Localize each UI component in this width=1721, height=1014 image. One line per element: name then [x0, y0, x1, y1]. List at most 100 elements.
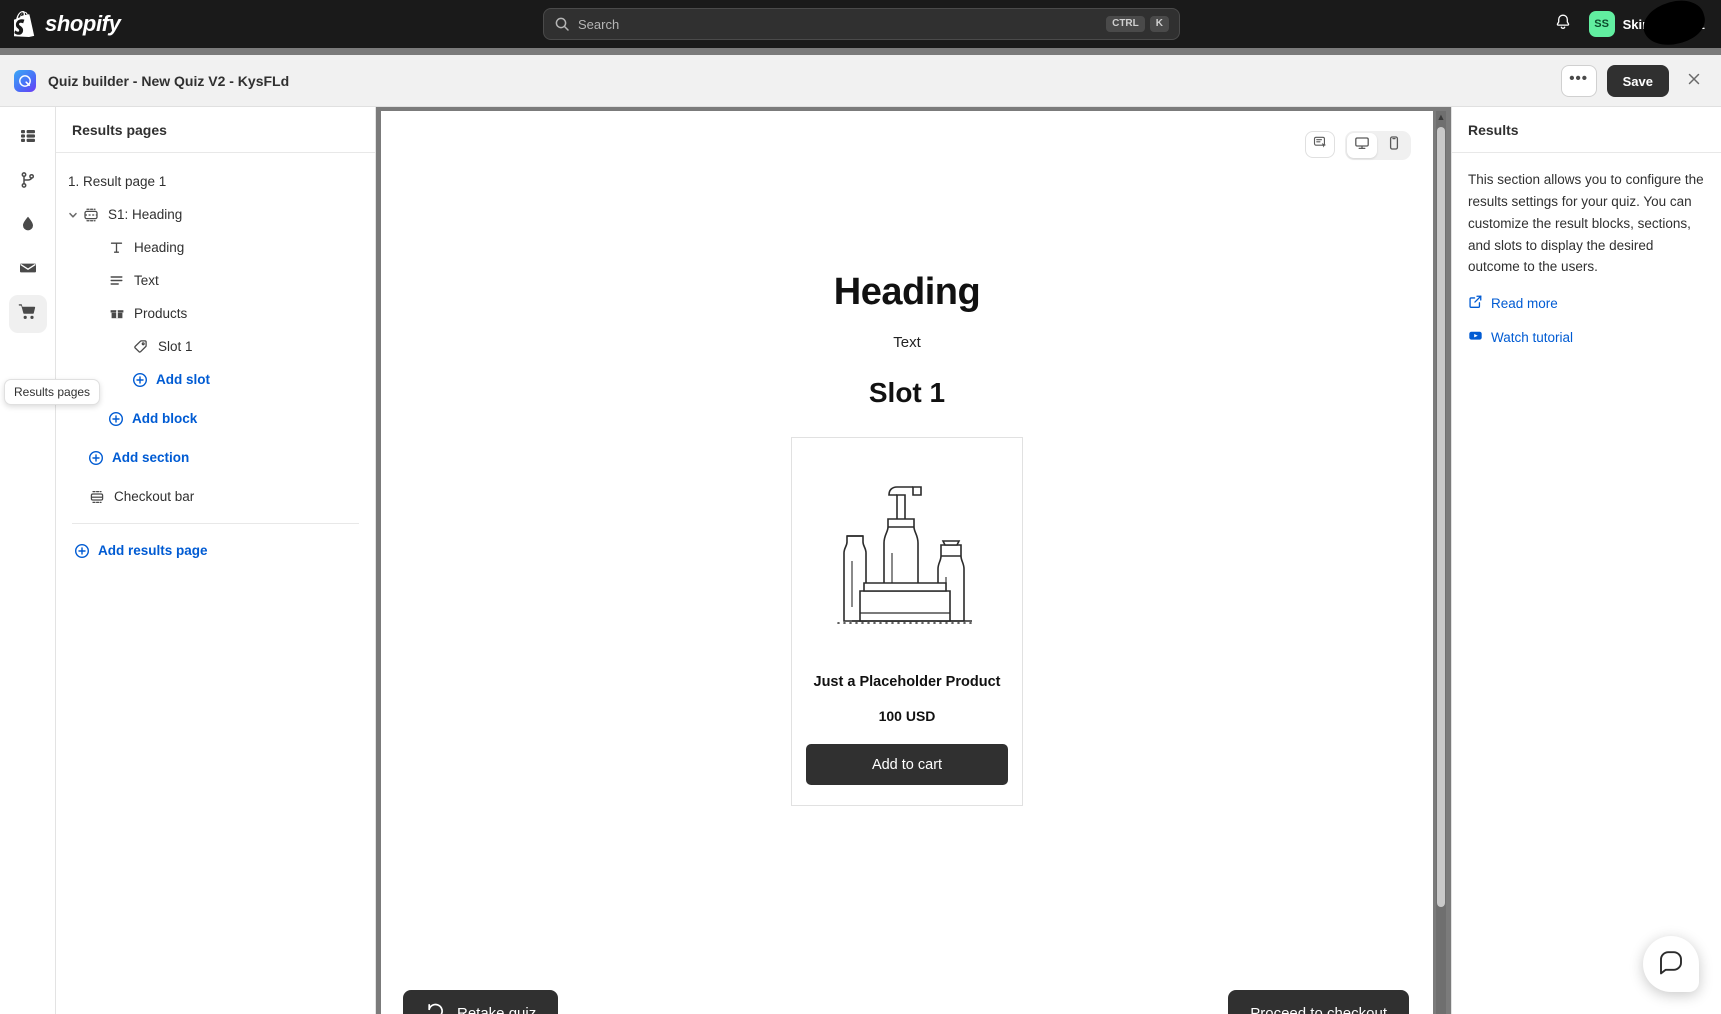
- panel-divider: [72, 523, 359, 524]
- plus-circle-icon: [108, 411, 124, 427]
- right-panel-title: Results: [1452, 107, 1721, 153]
- tree-item-block-heading[interactable]: Heading: [56, 231, 375, 264]
- proceed-to-checkout-button[interactable]: Proceed to checkout: [1228, 990, 1409, 1014]
- retake-quiz-button[interactable]: Retake quiz: [403, 990, 559, 1014]
- desktop-icon: [1354, 135, 1370, 156]
- kbd-k: K: [1149, 16, 1169, 32]
- slot-label: Slot 1: [158, 339, 193, 354]
- results-tree: 1. Result page 1 S1: Heading Heading Tex…: [56, 153, 375, 567]
- app-header-actions: ••• Save: [1560, 55, 1709, 107]
- slot-tag-icon: [132, 338, 149, 355]
- inspect-toggle-button[interactable]: [1305, 131, 1335, 158]
- watch-tutorial-label: Watch tutorial: [1491, 329, 1574, 345]
- product-name: Just a Placeholder Product: [813, 674, 1001, 690]
- scrollbar-thumb[interactable]: [1437, 127, 1445, 907]
- add-slot-label: Add slot: [156, 372, 210, 387]
- text-lines-icon: [108, 272, 125, 289]
- panel-title: Results pages: [56, 107, 375, 153]
- search-input[interactable]: Search CTRL K: [543, 8, 1180, 40]
- chat-support-button[interactable]: [1643, 936, 1699, 992]
- results-pages-panel: Results pages 1. Result page 1 S1: Headi…: [56, 107, 376, 1014]
- kbd-ctrl: CTRL: [1106, 16, 1145, 32]
- add-to-cart-button[interactable]: Add to cart: [806, 744, 1008, 785]
- tree-item-section-heading[interactable]: S1: Heading: [56, 198, 375, 231]
- plus-circle-icon: [88, 450, 104, 466]
- preview-slot-title[interactable]: Slot 1: [869, 377, 945, 409]
- rail-tooltip: Results pages: [4, 379, 101, 405]
- mobile-icon: [1386, 135, 1402, 156]
- text-type-icon: [108, 239, 125, 256]
- sidebar-item-results-pages[interactable]: [8, 295, 47, 333]
- cart-icon: [18, 302, 37, 326]
- product-price: 100 USD: [878, 708, 936, 724]
- app-body: Results pages Results pages 1. Result pa…: [0, 107, 1721, 1014]
- chevron-down-icon[interactable]: [64, 209, 82, 221]
- shopify-wordmark: shopify: [45, 11, 121, 36]
- right-panel-body: This section allows you to configure the…: [1452, 153, 1721, 362]
- youtube-play-icon: [1468, 328, 1483, 346]
- search-icon: [554, 16, 570, 32]
- search-shortcut: CTRL K: [1106, 16, 1169, 32]
- scroll-up-arrow-icon[interactable]: ▲: [1436, 111, 1446, 123]
- more-options-button[interactable]: •••: [1560, 65, 1597, 97]
- read-more-link[interactable]: Read more: [1468, 294, 1705, 312]
- add-results-page-button[interactable]: Add results page: [56, 534, 375, 567]
- tree-item-checkout-bar[interactable]: Checkout bar: [56, 480, 375, 513]
- block-label: Heading: [134, 240, 185, 255]
- external-link-icon: [1468, 294, 1483, 312]
- products-box-icon: [108, 305, 125, 322]
- undo-icon: [425, 1001, 445, 1014]
- app-title: Quiz builder - New Quiz V2 - KysFLd: [48, 72, 290, 89]
- topbar-right-group: SS SkincareQuiz: [1547, 0, 1713, 52]
- skincare-bottles-illustration: [806, 454, 1008, 654]
- add-slot-button[interactable]: Add slot: [56, 363, 375, 396]
- preview-content: Heading Text Slot 1 Just a Placeholder P…: [381, 111, 1433, 1014]
- envelope-icon: [19, 259, 37, 282]
- tree-item-slot-1[interactable]: Slot 1: [56, 330, 375, 363]
- add-block-button[interactable]: Add block: [56, 402, 375, 435]
- sidebar-item-questions[interactable]: [9, 119, 47, 157]
- canvas-scrollbar[interactable]: ▲ ▼: [1436, 111, 1446, 1014]
- product-card[interactable]: Just a Placeholder Product 100 USD Add t…: [791, 437, 1023, 806]
- mobile-view-toggle[interactable]: [1379, 133, 1409, 158]
- tree-item-block-products[interactable]: Products: [56, 297, 375, 330]
- canvas-column: Heading Text Slot 1 Just a Placeholder P…: [376, 107, 1451, 1014]
- sidebar-item-logic[interactable]: [9, 163, 47, 201]
- add-section-button[interactable]: Add section: [56, 441, 375, 474]
- section-label: S1: Heading: [108, 207, 183, 222]
- app-header: Quiz builder - New Quiz V2 - KysFLd ••• …: [0, 55, 1721, 107]
- chat-bubble-icon: [1657, 948, 1685, 981]
- inspect-click-icon: [1313, 135, 1328, 155]
- read-more-label: Read more: [1491, 295, 1558, 311]
- results-settings-panel: Results This section allows you to confi…: [1451, 107, 1721, 1014]
- result-page-label: 1. Result page 1: [68, 174, 167, 189]
- preview-heading[interactable]: Heading: [834, 271, 981, 314]
- section-icon: [82, 206, 99, 223]
- shopify-logo[interactable]: shopify: [0, 11, 121, 37]
- app-title-group: Quiz builder - New Quiz V2 - KysFLd: [0, 69, 290, 92]
- plus-circle-icon: [132, 372, 148, 388]
- sidebar-item-theme[interactable]: [9, 207, 47, 245]
- viewport-toggle-group: [1345, 131, 1411, 160]
- branch-icon: [19, 171, 37, 194]
- watch-tutorial-link[interactable]: Watch tutorial: [1468, 328, 1705, 346]
- save-button[interactable]: Save: [1606, 65, 1669, 97]
- shopify-topbar: shopify Search CTRL K SS: [0, 0, 1721, 52]
- embedded-app-frame: Quiz builder - New Quiz V2 - KysFLd ••• …: [0, 48, 1721, 1014]
- bell-icon: [1554, 13, 1572, 36]
- list-grid-icon: [19, 127, 37, 150]
- right-panel-description: This section allows you to configure the…: [1468, 172, 1704, 275]
- close-button[interactable]: [1679, 66, 1709, 96]
- block-label: Products: [134, 306, 188, 321]
- tree-item-result-page-1[interactable]: 1. Result page 1: [56, 165, 375, 198]
- tree-item-block-text[interactable]: Text: [56, 264, 375, 297]
- add-results-page-label: Add results page: [98, 543, 208, 558]
- checkout-bar-label: Checkout bar: [114, 489, 195, 504]
- sidebar-item-email[interactable]: [9, 251, 47, 289]
- notifications-button[interactable]: [1547, 8, 1579, 40]
- checkout-bar-icon: [88, 488, 105, 505]
- preview-text[interactable]: Text: [893, 334, 921, 351]
- desktop-view-toggle[interactable]: [1347, 133, 1377, 158]
- retake-quiz-label: Retake quiz: [457, 1004, 537, 1014]
- plus-circle-icon: [74, 543, 90, 559]
